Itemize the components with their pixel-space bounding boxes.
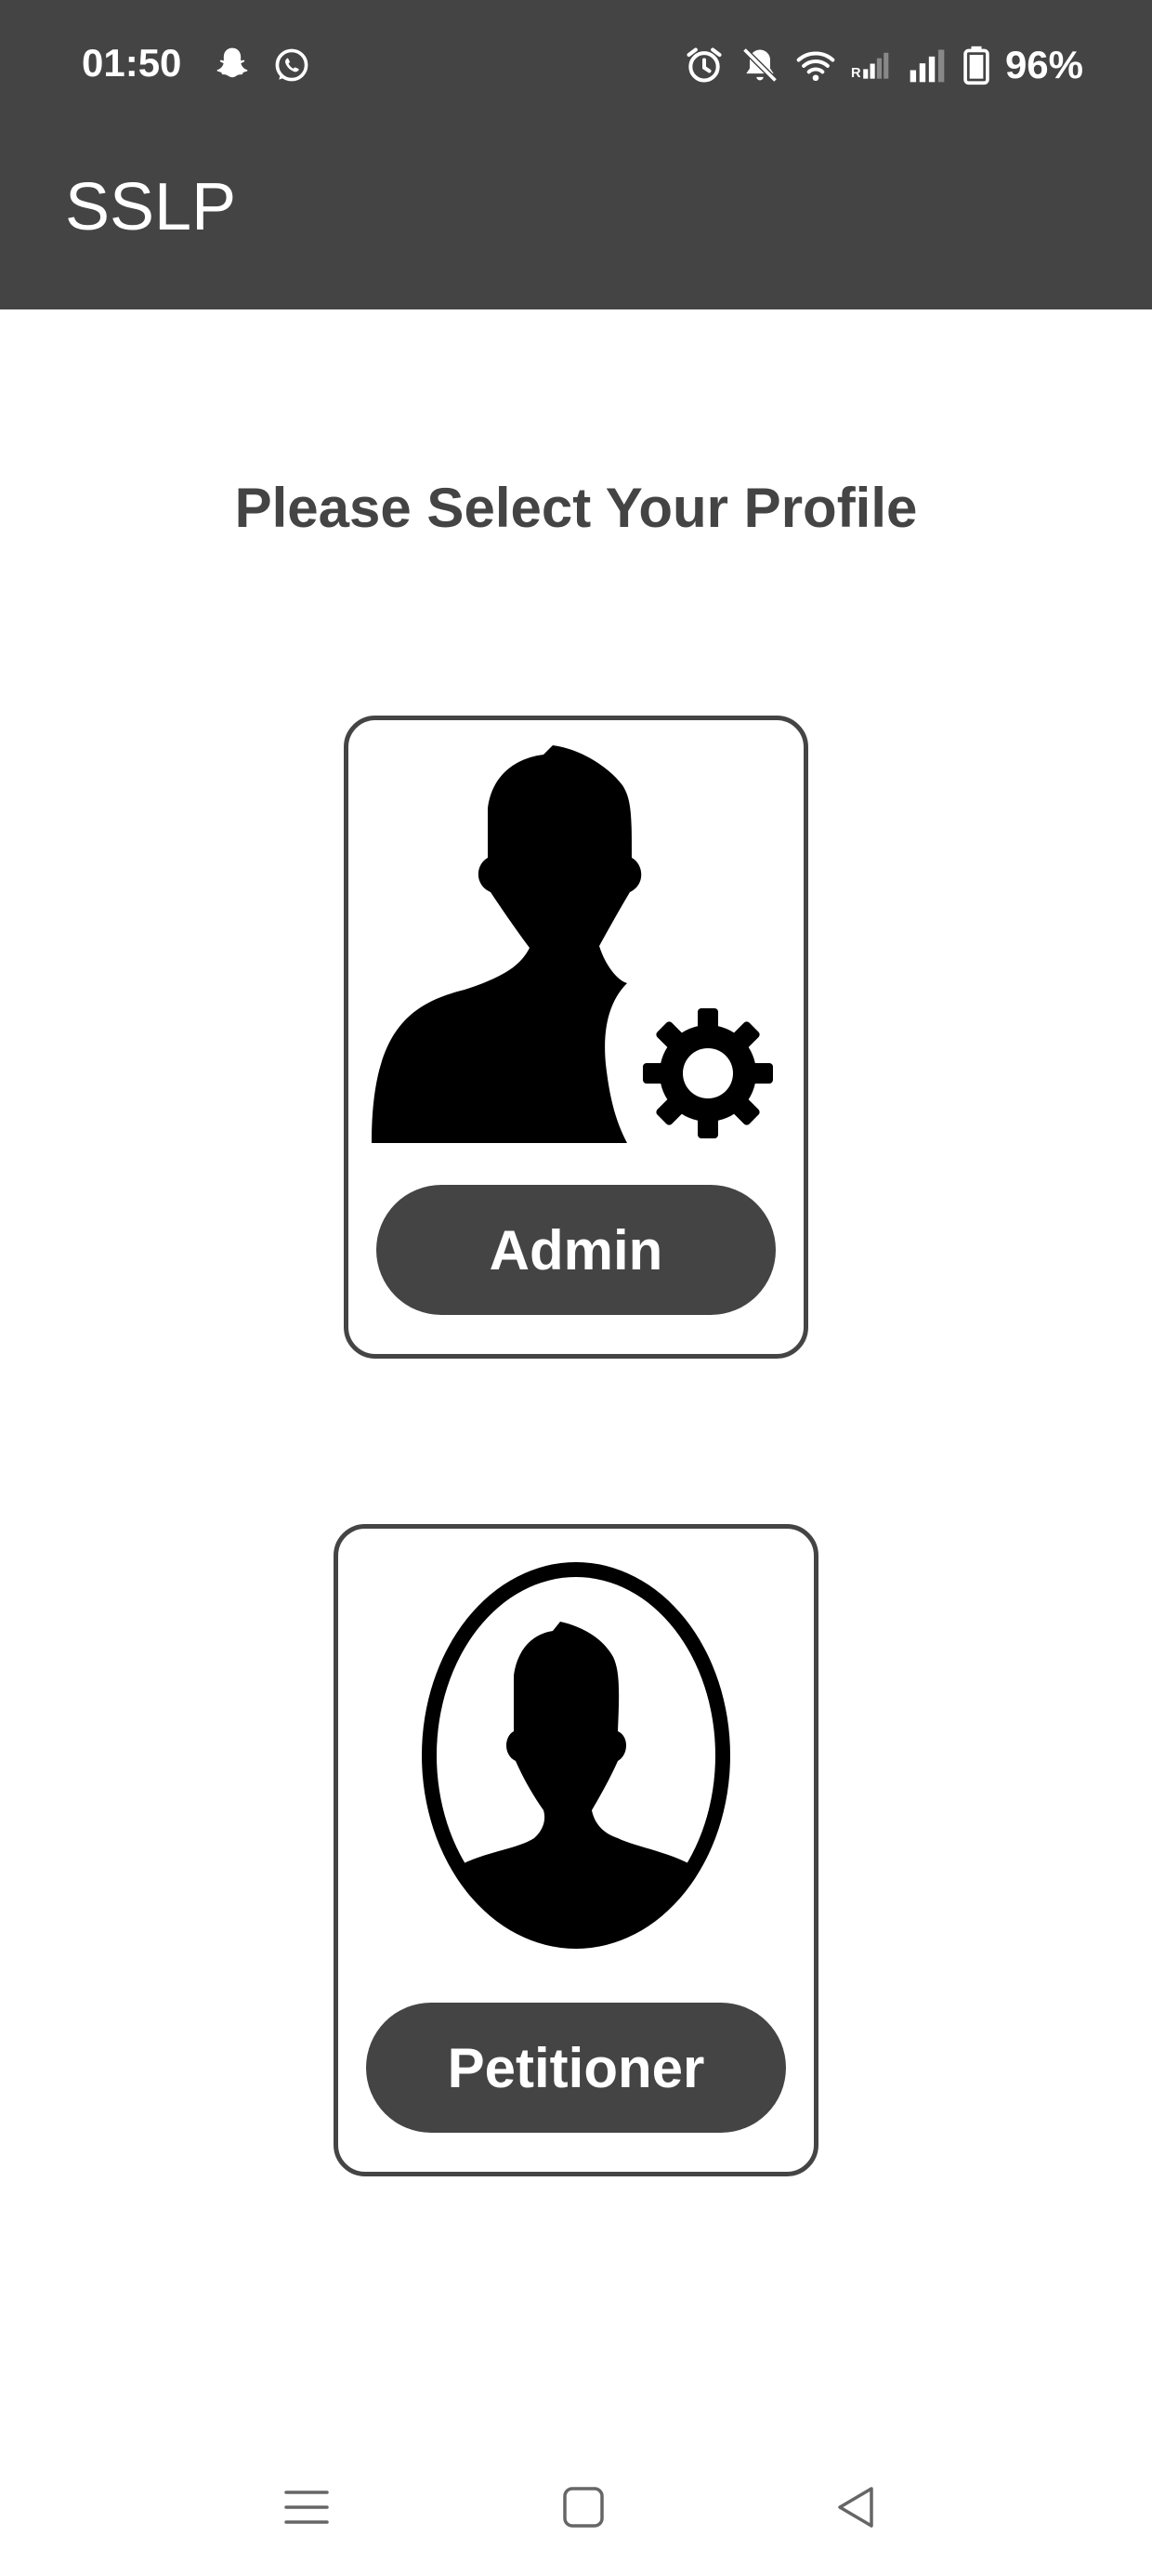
svg-text:R: R (851, 66, 861, 81)
battery-percentage: 96% (1004, 43, 1083, 86)
alarm-icon (687, 47, 722, 83)
recents-icon[interactable] (279, 2479, 334, 2535)
app-title: SSLP (65, 170, 237, 244)
snapchat-icon (216, 47, 248, 78)
signal-icon (910, 49, 945, 83)
page-title: Please Select Your Profile (234, 477, 918, 539)
app-bar: SSLP (0, 139, 1152, 309)
petitioner-portrait-icon (422, 1562, 730, 1949)
admin-button[interactable]: Admin (376, 1185, 776, 1315)
petitioner-profile-card[interactable]: Petitioner (334, 1524, 818, 2176)
battery-icon (963, 46, 989, 85)
petitioner-button[interactable]: Petitioner (366, 2003, 786, 2133)
mute-icon (742, 47, 778, 83)
home-icon[interactable] (556, 2479, 611, 2535)
status-bar: 01:50 R 96% (0, 0, 1152, 139)
signal-icon: R (851, 52, 889, 81)
admin-user-gear-icon (372, 745, 773, 1143)
status-time: 01:50 (82, 41, 182, 85)
navigation-bar (0, 2444, 1152, 2576)
whatsapp-icon (275, 48, 308, 82)
admin-profile-card[interactable]: Admin (344, 716, 808, 1359)
back-icon[interactable] (829, 2479, 884, 2535)
wifi-icon (796, 51, 835, 82)
